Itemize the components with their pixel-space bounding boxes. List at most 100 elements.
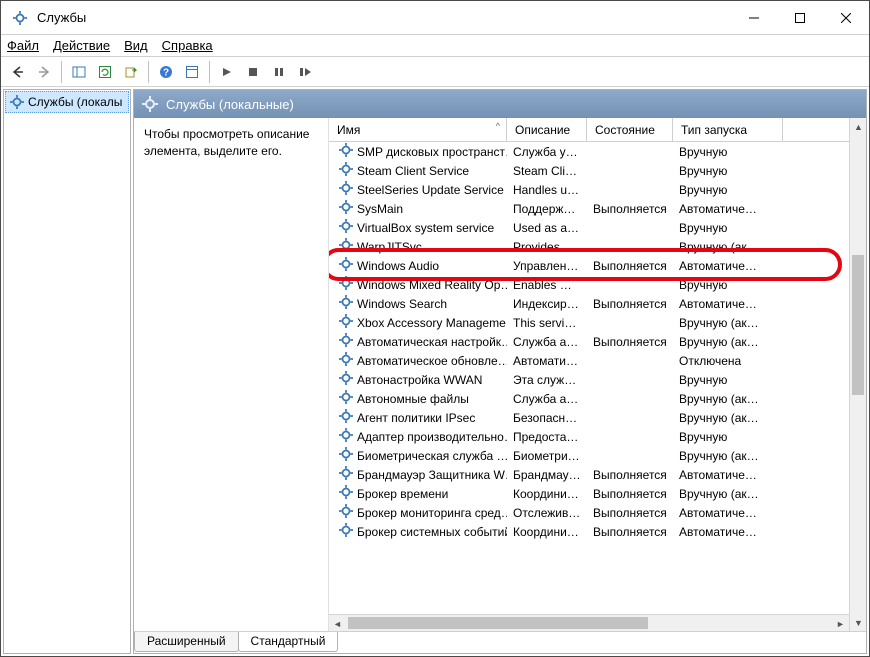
cell-description: Безопасно… xyxy=(507,411,587,425)
service-list-pane: Имя Описание Состояние Тип запуска SMP д… xyxy=(328,118,866,631)
cell-startup: Вручную (ак… xyxy=(673,316,783,330)
cell-description: Handles u… xyxy=(507,183,587,197)
scroll-left-button[interactable]: ◄ xyxy=(329,615,346,631)
close-button[interactable] xyxy=(823,1,869,34)
start-button[interactable] xyxy=(215,60,239,84)
table-row[interactable]: Windows Mixed Reality Op…Enables Mi…Вруч… xyxy=(329,275,849,294)
column-headers: Имя Описание Состояние Тип запуска xyxy=(329,118,849,142)
scroll-up-button[interactable]: ▲ xyxy=(850,118,866,135)
restart-button[interactable] xyxy=(293,60,317,84)
refresh-button[interactable] xyxy=(93,60,117,84)
table-row[interactable]: Брокер системных событийКоордини…Выполня… xyxy=(329,522,849,541)
cell-description: Автомати… xyxy=(507,354,587,368)
scroll-h-thumb[interactable] xyxy=(348,617,648,629)
scroll-right-button[interactable]: ► xyxy=(832,615,849,631)
gear-icon xyxy=(10,95,24,109)
cell-startup: Вручную xyxy=(673,221,783,235)
cell-name: SysMain xyxy=(333,200,507,217)
export-button[interactable] xyxy=(119,60,143,84)
table-row[interactable]: Автонастройка WWANЭта служб…Вручную xyxy=(329,370,849,389)
table-row[interactable]: Windows AudioУправлен…ВыполняетсяАвтомат… xyxy=(329,256,849,275)
col-state[interactable]: Состояние xyxy=(587,118,673,141)
pause-button[interactable] xyxy=(267,60,291,84)
maximize-button[interactable] xyxy=(777,1,823,34)
table-row[interactable]: Агент политики IPsecБезопасно…Вручную (а… xyxy=(329,408,849,427)
show-hide-tree-button[interactable] xyxy=(67,60,91,84)
cell-name: Xbox Accessory Manageme… xyxy=(333,314,507,331)
gear-icon xyxy=(339,219,353,236)
table-row[interactable]: Xbox Accessory Manageme…This servic… Вруч… xyxy=(329,313,849,332)
vertical-scrollbar[interactable]: ▲ ▼ xyxy=(849,118,866,631)
cell-description: Эта служб… xyxy=(507,373,587,387)
titlebar: Службы xyxy=(1,1,869,35)
back-button[interactable] xyxy=(6,60,30,84)
cell-description: Отслежива… xyxy=(507,506,587,520)
gear-icon xyxy=(339,409,353,426)
service-rows[interactable]: SMP дисковых пространст…Служба уз…Вручну… xyxy=(329,142,849,614)
cell-state: Выполняется xyxy=(587,335,673,349)
stop-button[interactable] xyxy=(241,60,265,84)
cell-state: Выполняется xyxy=(587,468,673,482)
menu-view[interactable]: Вид xyxy=(124,38,148,53)
cell-name: Автоматическое обновле… xyxy=(333,352,507,369)
gear-icon xyxy=(339,238,353,255)
col-startup[interactable]: Тип запуска xyxy=(673,118,783,141)
table-row[interactable]: Брокер времениКоордини…ВыполняетсяВручну… xyxy=(329,484,849,503)
gear-icon xyxy=(339,352,353,369)
table-row[interactable]: Автоматическое обновле…Автомати…Отключен… xyxy=(329,351,849,370)
cell-name: Windows Audio xyxy=(333,257,507,274)
cell-description: Steam Clie… xyxy=(507,164,587,178)
cell-state: Выполняется xyxy=(587,506,673,520)
cell-name: Автоматическая настройк… xyxy=(333,333,507,350)
gear-icon xyxy=(339,314,353,331)
cell-name: Steam Client Service xyxy=(333,162,507,179)
cell-description: Служба уз… xyxy=(507,145,587,159)
tree-item-services-local[interactable]: Службы (локалы xyxy=(5,91,129,113)
properties-button[interactable] xyxy=(180,60,204,84)
cell-description: Индексиро… xyxy=(507,297,587,311)
cell-description: Координи… xyxy=(507,487,587,501)
help-button[interactable]: ? xyxy=(154,60,178,84)
col-description[interactable]: Описание xyxy=(507,118,587,141)
cell-startup: Автоматиче… xyxy=(673,297,783,311)
minimize-button[interactable] xyxy=(731,1,777,34)
table-row[interactable]: SteelSeries Update ServiceHandles u…Вруч… xyxy=(329,180,849,199)
table-row[interactable]: Брандмауэр Защитника W…Брандмау…Выполняе… xyxy=(329,465,849,484)
table-row[interactable]: Windows SearchИндексиро…ВыполняетсяАвтом… xyxy=(329,294,849,313)
cell-name: Брандмауэр Защитника W… xyxy=(333,466,507,483)
gear-icon xyxy=(339,162,353,179)
cell-startup: Вручную (ак… xyxy=(673,240,783,254)
cell-name: SteelSeries Update Service xyxy=(333,181,507,198)
menu-action[interactable]: Действие xyxy=(53,38,110,53)
table-row[interactable]: Автоматическая настройк…Служба ав…Выполн… xyxy=(329,332,849,351)
cell-description: This servic… xyxy=(507,316,587,330)
menu-file[interactable]: Файл xyxy=(7,38,39,53)
menu-help[interactable]: Справка xyxy=(162,38,213,53)
cell-name: Windows Search xyxy=(333,295,507,312)
table-row[interactable]: SMP дисковых пространст…Служба уз…Вручну… xyxy=(329,142,849,161)
horizontal-scrollbar[interactable]: ◄ ► xyxy=(329,614,849,631)
cell-startup: Автоматиче… xyxy=(673,259,783,273)
table-row[interactable]: WarpJITSvcProvides a…Вручную (ак… xyxy=(329,237,849,256)
tree-pane[interactable]: Службы (локалы xyxy=(3,89,131,654)
detail-header: Службы (локальные) xyxy=(134,90,866,118)
table-row[interactable]: Брокер мониторинга сред…Отслежива…Выполн… xyxy=(329,503,849,522)
gear-icon xyxy=(339,257,353,274)
cell-state: Выполняется xyxy=(587,202,673,216)
tree-item-label: Службы (локалы xyxy=(28,95,122,109)
table-row[interactable]: Биометрическая служба …Биометри…Вручную … xyxy=(329,446,849,465)
cell-startup: Вручную (ак… xyxy=(673,411,783,425)
scroll-down-button[interactable]: ▼ xyxy=(850,614,866,631)
forward-button[interactable] xyxy=(32,60,56,84)
col-name[interactable]: Имя xyxy=(329,118,507,141)
table-row[interactable]: Адаптер производительно…Предостав…Вручну… xyxy=(329,427,849,446)
table-row[interactable]: Автономные файлыСлужба ав…Вручную (ак… xyxy=(329,389,849,408)
tab-standard[interactable]: Стандартный xyxy=(238,632,339,652)
main-area: Службы (локалы Службы (локальные) Чтобы … xyxy=(1,87,869,656)
scroll-v-thumb[interactable] xyxy=(852,255,864,395)
table-row[interactable]: Steam Client ServiceSteam Clie…Вручную xyxy=(329,161,849,180)
cell-description: Предостав… xyxy=(507,430,587,444)
tab-extended[interactable]: Расширенный xyxy=(134,632,239,652)
table-row[interactable]: VirtualBox system serviceUsed as a …Вруч… xyxy=(329,218,849,237)
table-row[interactable]: SysMainПоддержи…ВыполняетсяАвтоматиче… xyxy=(329,199,849,218)
